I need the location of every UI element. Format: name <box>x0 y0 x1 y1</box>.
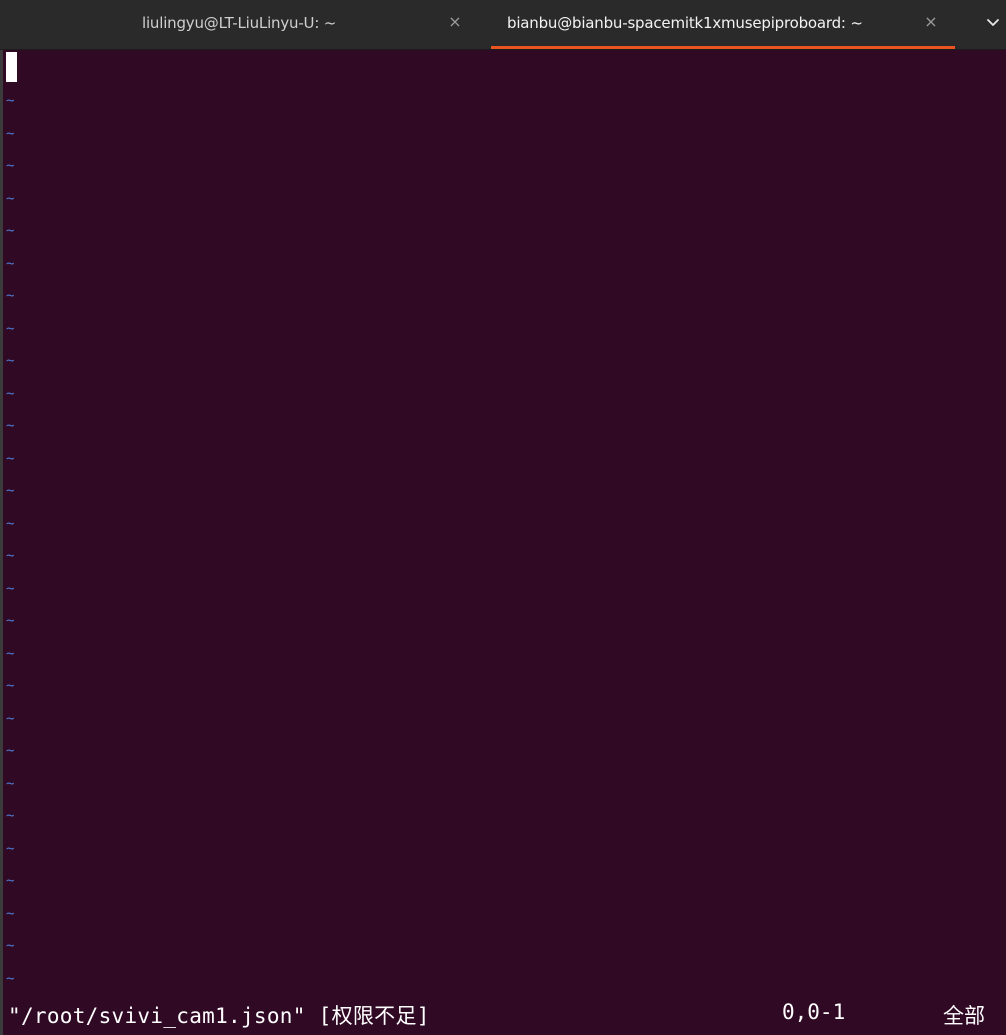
empty-line-marker: ~ <box>6 775 15 792</box>
tab-liulingyu[interactable]: liulingyu@LT-LiuLinyu-U: ~ × <box>0 0 490 49</box>
empty-line-marker: ~ <box>6 873 15 889</box>
empty-line-marker: ~ <box>6 613 15 629</box>
empty-line-marker: ~ <box>6 223 15 239</box>
empty-line-marker: ~ <box>6 385 15 402</box>
scroll-range: 全部 <box>943 1004 985 1028</box>
empty-line-marker: ~ <box>6 970 15 987</box>
empty-line-marker: ~ <box>6 450 15 467</box>
terminal-bottom <box>3 1028 726 1035</box>
status-message: "/root/svivi_cam1.json" [权限不足] <box>8 1004 430 1028</box>
tab-title: liulingyu@LT-LiuLinyu-U: ~ <box>142 14 337 32</box>
empty-line-marker: ~ <box>6 743 15 759</box>
empty-line-marker: ~ <box>6 288 15 304</box>
cursor-position: 0,0-1 <box>782 1000 846 1024</box>
active-tab-indicator <box>491 46 955 49</box>
empty-line-marker: ~ <box>6 548 15 564</box>
empty-line-marker: ~ <box>6 190 15 207</box>
empty-line-marker: ~ <box>6 678 15 694</box>
close-icon[interactable]: × <box>923 13 939 31</box>
empty-line-marker: ~ <box>6 645 15 662</box>
text-cursor <box>6 52 17 82</box>
empty-line-marker: ~ <box>6 353 15 369</box>
empty-line-marker: ~ <box>6 418 15 434</box>
vim-status-line: "/root/svivi_cam1.json" [权限不足] 0,0-1 全部 <box>6 997 1003 1028</box>
chevron-down-icon[interactable] <box>982 12 1004 34</box>
empty-line-marker: ~ <box>6 710 15 727</box>
empty-line-marker: ~ <box>6 580 15 597</box>
tab-title: bianbu@bianbu-spacemitk1xmusepiproboard:… <box>507 14 863 32</box>
empty-line-marker: ~ <box>6 320 15 337</box>
tab-bar: liulingyu@LT-LiuLinyu-U: ~ × bianbu@bian… <box>0 0 1006 50</box>
empty-line-marker: ~ <box>6 125 15 142</box>
empty-line-marker: ~ <box>6 93 15 109</box>
empty-line-marker: ~ <box>6 158 15 174</box>
tab-bianbu[interactable]: bianbu@bianbu-spacemitk1xmusepiproboard:… <box>490 0 958 49</box>
close-icon[interactable]: × <box>447 13 463 31</box>
empty-line-marker: ~ <box>6 905 15 922</box>
empty-line-marker: ~ <box>6 515 15 532</box>
terminal-window: liulingyu@LT-LiuLinyu-U: ~ × bianbu@bian… <box>0 0 1006 1035</box>
empty-line-marker: ~ <box>6 808 15 824</box>
vim-editor[interactable]: ~ ~ ~ ~ ~ ~ ~ ~ ~ ~ ~ ~ ~ ~ ~ ~ ~ ~ ~ ~ ~ ~ ~ ~ ~ ~ ~ ~ "/root/sviv… <box>3 50 1006 1035</box>
empty-line-marker: ~ <box>6 255 15 272</box>
empty-line-marker: ~ <box>6 483 15 499</box>
empty-line-marker: ~ <box>6 840 15 857</box>
empty-line-marker: ~ <box>6 938 15 954</box>
